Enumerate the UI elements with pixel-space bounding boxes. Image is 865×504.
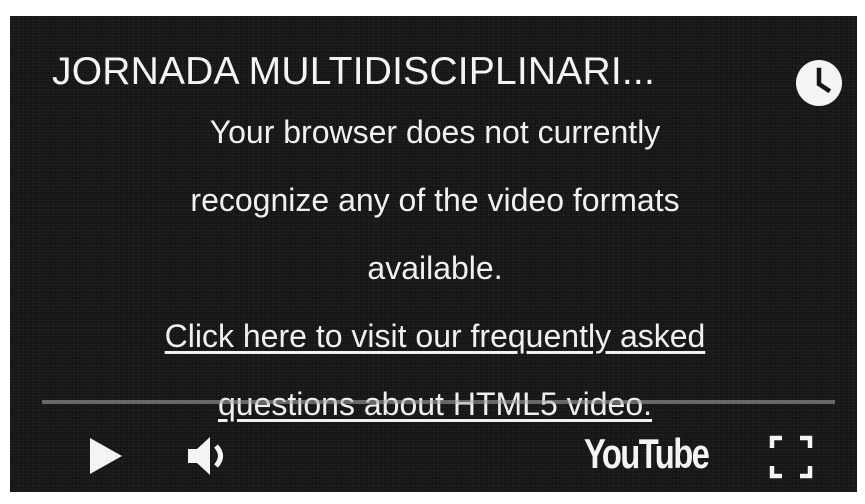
html5-faq-link[interactable]: Click here to visit our frequently asked: [70, 302, 800, 370]
message-line: available.: [367, 250, 503, 286]
clock-icon[interactable]: [794, 58, 844, 108]
message-line: recognize any of the video formats: [190, 182, 680, 218]
progress-bar[interactable]: [42, 400, 835, 404]
video-player[interactable]: JORNADA MULTIDISCIPLINARI... Your browse…: [10, 16, 857, 492]
video-title[interactable]: JORNADA MULTIDISCIPLINARI...: [52, 50, 655, 94]
page-frame: JORNADA MULTIDISCIPLINARI... Your browse…: [0, 0, 865, 504]
fullscreen-icon[interactable]: [768, 434, 814, 480]
volume-icon[interactable]: [184, 432, 240, 480]
unsupported-format-message: Your browser does not currently recogniz…: [70, 98, 800, 438]
play-icon[interactable]: [86, 432, 126, 480]
youtube-logo[interactable]: YouTube: [584, 430, 710, 478]
message-line: Your browser does not currently: [209, 114, 661, 150]
control-bar: YouTube: [10, 420, 857, 492]
